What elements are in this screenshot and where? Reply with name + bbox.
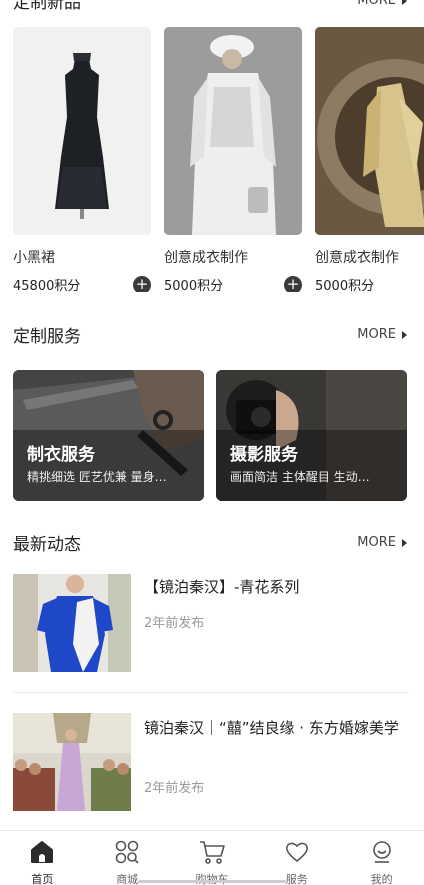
news-time: 2年前发布 — [144, 616, 205, 631]
tab-label: 我的 — [370, 873, 393, 885]
tab-label: 首页 — [31, 873, 54, 885]
products-more-label: MORE — [357, 0, 396, 8]
product-price: 5000积分 — [315, 279, 375, 292]
product-name: 创意成衣制作 — [315, 250, 399, 266]
services-more-label: MORE — [357, 327, 396, 342]
service-card-photography[interactable]: 摄影服务 画面简洁 主体醒目 生动… — [216, 370, 407, 501]
product-name: 创意成衣制作 — [164, 250, 248, 266]
home-icon — [28, 838, 56, 866]
chevron-right-icon — [402, 0, 407, 5]
home-indicator — [138, 880, 286, 883]
news-section-header: 最新动态 MORE — [13, 530, 407, 555]
products-section-title: 定制新品 — [13, 0, 81, 13]
tab-home[interactable]: 首页 — [7, 838, 77, 885]
service-subtitle: 精挑细选 匠艺优兼 量身… — [27, 470, 167, 484]
news-title: 【镜泊秦汉】-青花系列 — [144, 578, 300, 596]
product-price: 45800积分 — [13, 279, 81, 292]
news-item[interactable]: 镜泊秦汉｜“囍”结良缘 · 东方婚嫁美学 2年前发布 — [13, 713, 409, 813]
product-price: 5000积分 — [164, 279, 224, 292]
product-card[interactable]: 小黑裙 45800积分 + — [13, 27, 151, 292]
news-section-title: 最新动态 — [13, 535, 81, 555]
grid-search-icon — [113, 838, 141, 866]
news-more-label: MORE — [357, 535, 396, 550]
user-icon — [368, 838, 396, 866]
tab-mine[interactable]: 我的 — [347, 838, 417, 885]
services-section-header: 定制服务 MORE — [13, 322, 407, 347]
chevron-right-icon — [402, 538, 407, 547]
product-card[interactable]: 创意成衣制作 5000积分 — [315, 27, 424, 292]
product-image — [164, 27, 302, 235]
bottom-tab-bar: 首页 商城 购物车 服务 我的 — [0, 830, 424, 885]
products-section-header: 定制新品 MORE — [13, 0, 407, 13]
service-title: 制衣服务 — [27, 445, 95, 465]
product-name: 小黑裙 — [13, 250, 55, 266]
tab-label: 服务 — [285, 873, 308, 885]
services-section-title: 定制服务 — [13, 327, 81, 347]
service-title: 摄影服务 — [230, 445, 298, 465]
product-card[interactable]: 创意成衣制作 5000积分 + — [164, 27, 302, 292]
services-more-link[interactable]: MORE — [357, 327, 407, 342]
chevron-right-icon — [402, 330, 407, 339]
divider — [13, 692, 409, 693]
products-more-link[interactable]: MORE — [357, 0, 407, 8]
tab-cart[interactable]: 购物车 — [177, 838, 247, 885]
news-time: 2年前发布 — [144, 781, 205, 796]
tab-label: 商城 — [116, 873, 139, 885]
add-to-cart-button[interactable]: + — [284, 275, 302, 292]
tab-service[interactable]: 服务 — [262, 838, 332, 885]
service-subtitle: 画面简洁 主体醒目 生动… — [230, 470, 370, 484]
news-title: 镜泊秦汉｜“囍”结良缘 · 东方婚嫁美学 — [144, 719, 399, 737]
add-to-cart-button[interactable]: + — [133, 275, 151, 292]
service-card-tailoring[interactable]: 制衣服务 精挑细选 匠艺优兼 量身… — [13, 370, 204, 501]
product-image — [315, 27, 424, 235]
main-scroll[interactable]: 定制新品 MORE 小黑裙 45800积分 + 创意成衣制作 5000积分 + … — [0, 0, 424, 830]
cart-icon — [198, 838, 226, 866]
news-thumbnail — [13, 713, 131, 811]
heart-icon — [283, 838, 311, 866]
product-image — [13, 27, 151, 235]
news-more-link[interactable]: MORE — [357, 535, 407, 550]
news-item[interactable]: 【镜泊秦汉】-青花系列 2年前发布 — [13, 574, 409, 674]
tab-mall[interactable]: 商城 — [92, 838, 162, 885]
products-carousel[interactable]: 小黑裙 45800积分 + 创意成衣制作 5000积分 + 创意成衣制作 500… — [13, 27, 424, 292]
news-thumbnail — [13, 574, 131, 672]
